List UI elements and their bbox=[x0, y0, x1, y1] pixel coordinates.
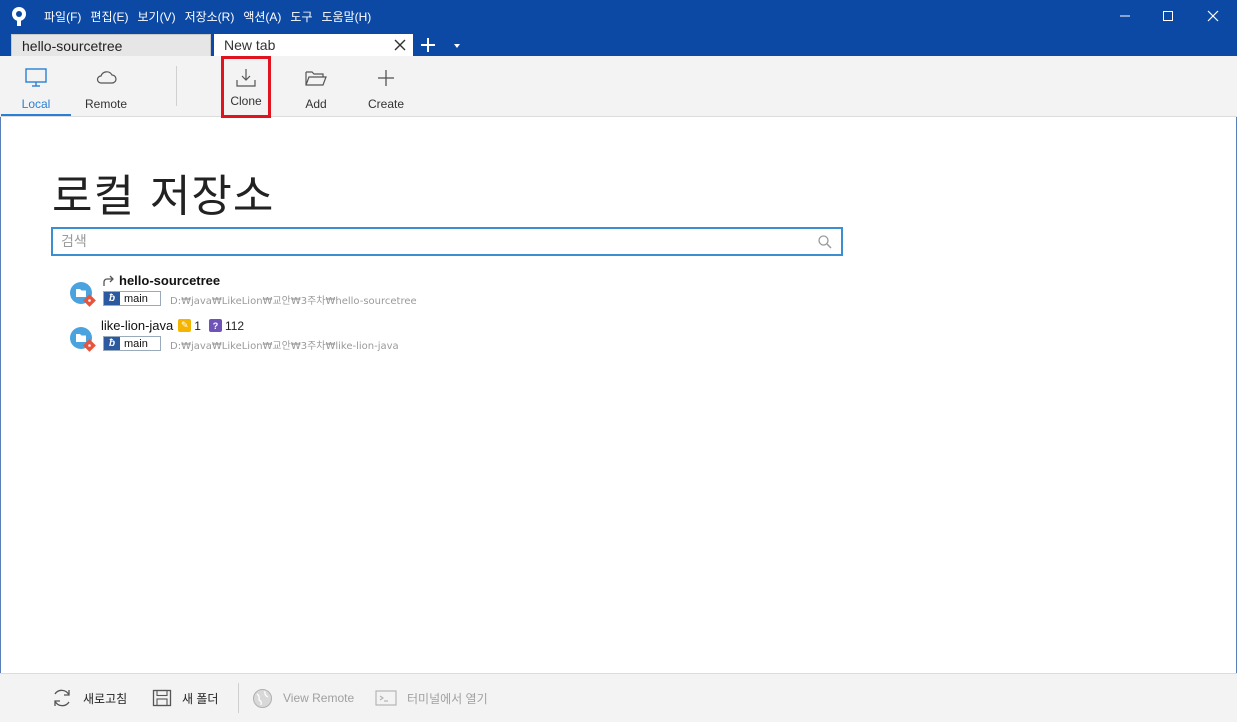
new-folder-label: 새 폴더 bbox=[182, 691, 219, 706]
remote-button[interactable]: Remote bbox=[71, 56, 141, 116]
view-remote-label: View Remote bbox=[283, 691, 355, 705]
title-bar: 파일(F) 편집(E) 보기(V) 저장소(R) 액션(A) 도구 도움말(H) bbox=[0, 0, 1237, 32]
branch-name: main bbox=[124, 337, 148, 350]
repo-name: like-lion-java bbox=[101, 318, 174, 333]
open-terminal-button[interactable]: 터미널에서 열기 bbox=[375, 674, 488, 722]
menu-bar: 파일(F) 편집(E) 보기(V) 저장소(R) 액션(A) 도구 도움말(H) bbox=[44, 0, 380, 32]
tab-hello-sourcetree[interactable]: hello-sourcetree bbox=[11, 34, 211, 56]
tab-new-tab[interactable]: New tab bbox=[214, 34, 413, 56]
modified-pencil-icon: ✎ bbox=[178, 319, 192, 332]
repo-path: D:₩java₩LikeLion₩교안₩3주차₩like-lion-java bbox=[170, 341, 399, 352]
search-box[interactable] bbox=[51, 227, 843, 256]
untracked-question-icon: ? bbox=[208, 319, 222, 332]
save-folder-icon bbox=[152, 689, 172, 707]
refresh-button[interactable]: 새로고침 bbox=[51, 674, 127, 722]
branch-name: main bbox=[124, 292, 148, 305]
tab-strip: hello-sourcetree New tab bbox=[0, 32, 1237, 56]
modified-count: 1 bbox=[194, 318, 201, 333]
repo-name-row: like-lion-java ✎ 1 ? 112 bbox=[101, 318, 244, 333]
clone-button[interactable]: Clone bbox=[221, 56, 271, 118]
monitor-icon bbox=[25, 68, 47, 87]
new-folder-button[interactable]: 새 폴더 bbox=[152, 674, 218, 722]
menu-help[interactable]: 도움말(H) bbox=[322, 8, 372, 25]
repo-path: D:₩java₩LikeLion₩교안₩3주차₩hello-sourcetree bbox=[170, 296, 417, 307]
folder-open-icon bbox=[305, 71, 327, 86]
remote-label: Remote bbox=[84, 97, 128, 111]
tab-label: hello-sourcetree bbox=[22, 37, 123, 54]
menu-file[interactable]: 파일(F) bbox=[44, 8, 81, 25]
menu-tools[interactable]: 도구 bbox=[290, 8, 312, 25]
plus-icon bbox=[378, 70, 394, 86]
toolbar: Local Remote Clone Add Create bbox=[0, 56, 1237, 118]
refresh-label: 새로고침 bbox=[83, 691, 128, 706]
create-button[interactable]: Create bbox=[361, 56, 411, 116]
repo-list-item[interactable]: like-lion-java ✎ 1 ? 112 ƀ main D:₩java₩… bbox=[68, 318, 568, 360]
bottom-divider bbox=[238, 683, 239, 713]
maximize-button[interactable] bbox=[1145, 0, 1191, 32]
branch-icon: ƀ bbox=[104, 337, 120, 350]
tab-dropdown-icon[interactable] bbox=[451, 42, 463, 50]
branch-tag: ƀ main bbox=[103, 336, 161, 351]
menu-view[interactable]: 보기(V) bbox=[137, 8, 175, 25]
refresh-icon bbox=[54, 689, 70, 707]
close-window-button[interactable] bbox=[1190, 0, 1236, 32]
page-title: 로컬 저장소 bbox=[52, 171, 275, 222]
minimize-button[interactable] bbox=[1102, 0, 1148, 32]
terminal-label: 터미널에서 열기 bbox=[407, 691, 488, 706]
maximize-icon bbox=[1163, 11, 1173, 21]
repo-folder-icon bbox=[70, 282, 96, 307]
current-repo-arrow-icon bbox=[103, 275, 114, 286]
clone-label: Clone bbox=[230, 94, 262, 108]
local-button[interactable]: Local bbox=[1, 56, 71, 116]
search-input[interactable] bbox=[61, 232, 801, 252]
branch-tag: ƀ main bbox=[103, 291, 161, 306]
download-icon bbox=[236, 69, 256, 87]
repo-list-item[interactable]: hello-sourcetree ƀ main D:₩java₩LikeLion… bbox=[68, 273, 568, 315]
toolbar-divider bbox=[176, 66, 177, 106]
branch-icon: ƀ bbox=[104, 292, 120, 305]
menu-actions[interactable]: 액션(A) bbox=[243, 8, 281, 25]
repo-folder-icon bbox=[70, 327, 96, 352]
add-label: Add bbox=[305, 97, 327, 111]
menu-repository[interactable]: 저장소(R) bbox=[185, 8, 235, 25]
local-label: Local bbox=[21, 97, 51, 111]
search-icon[interactable] bbox=[817, 234, 833, 250]
sourcetree-logo-icon bbox=[12, 7, 26, 26]
globe-icon bbox=[253, 688, 272, 708]
close-icon bbox=[1207, 10, 1219, 22]
cloud-icon bbox=[96, 71, 117, 84]
untracked-count: 112 bbox=[224, 318, 245, 333]
create-label: Create bbox=[367, 97, 405, 111]
view-remote-button[interactable]: View Remote bbox=[252, 674, 354, 722]
add-tab-icon[interactable] bbox=[418, 35, 438, 55]
menu-edit[interactable]: 편집(E) bbox=[90, 8, 128, 25]
repo-name: hello-sourcetree bbox=[119, 273, 221, 288]
terminal-icon bbox=[375, 690, 397, 706]
minimize-icon bbox=[1120, 15, 1130, 17]
add-button[interactable]: Add bbox=[291, 56, 341, 116]
bottom-bar: 새로고침 새 폴더 View Remote 터미널에서 열기 bbox=[0, 673, 1237, 722]
repo-name-row: hello-sourcetree bbox=[101, 273, 220, 288]
close-tab-icon[interactable] bbox=[393, 38, 407, 52]
tab-label: New tab bbox=[224, 37, 276, 53]
